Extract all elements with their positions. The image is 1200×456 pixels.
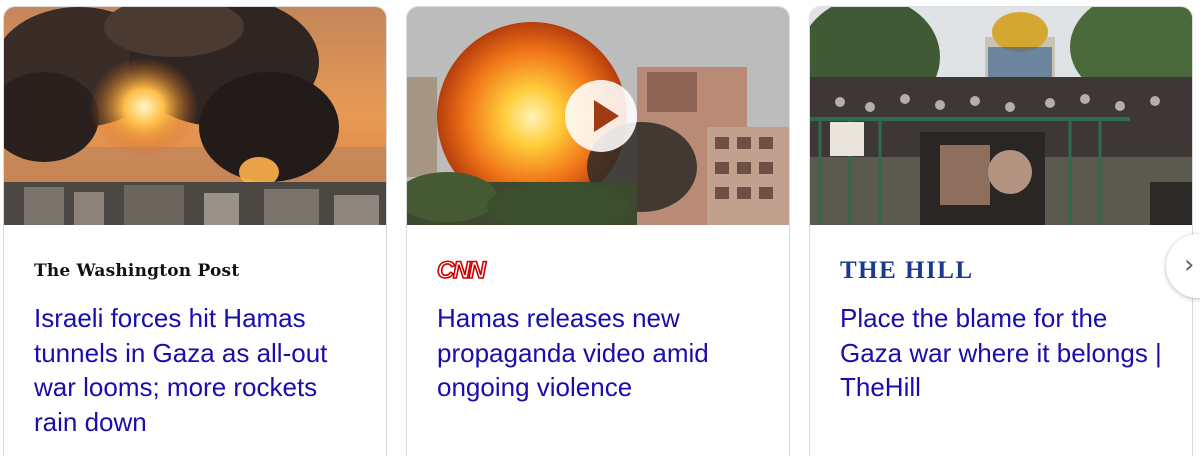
source-name: CNN [436, 256, 487, 285]
source-name: The Washington Post [34, 261, 240, 281]
news-headline-link[interactable]: Israeli forces hit Hamas tunnels in Gaza… [34, 301, 364, 439]
news-headline-link[interactable]: Place the blame for the Gaza war where i… [840, 301, 1170, 405]
play-video-button[interactable] [565, 80, 637, 152]
news-card[interactable]: The Washington Post Israeli forces hit H… [3, 6, 387, 456]
play-icon [594, 100, 619, 132]
source-name: THE HILL [840, 257, 974, 284]
news-thumbnail[interactable] [4, 7, 386, 225]
news-thumbnail[interactable] [407, 7, 789, 225]
news-card[interactable]: THE HILL Place the blame for the Gaza wa… [809, 6, 1193, 456]
news-source-logo: THE HILL [840, 257, 974, 285]
news-carousel: The Washington Post Israeli forces hit H… [0, 0, 1200, 456]
news-card[interactable]: CNN Hamas releases new propaganda video … [406, 6, 790, 456]
chevron-right-icon: › [1184, 250, 1195, 280]
news-source-logo: The Washington Post [34, 257, 239, 285]
news-thumbnail[interactable] [810, 7, 1192, 225]
news-headline-link[interactable]: Hamas releases new propaganda video amid… [437, 301, 767, 405]
news-source-logo: CNN [436, 256, 487, 285]
